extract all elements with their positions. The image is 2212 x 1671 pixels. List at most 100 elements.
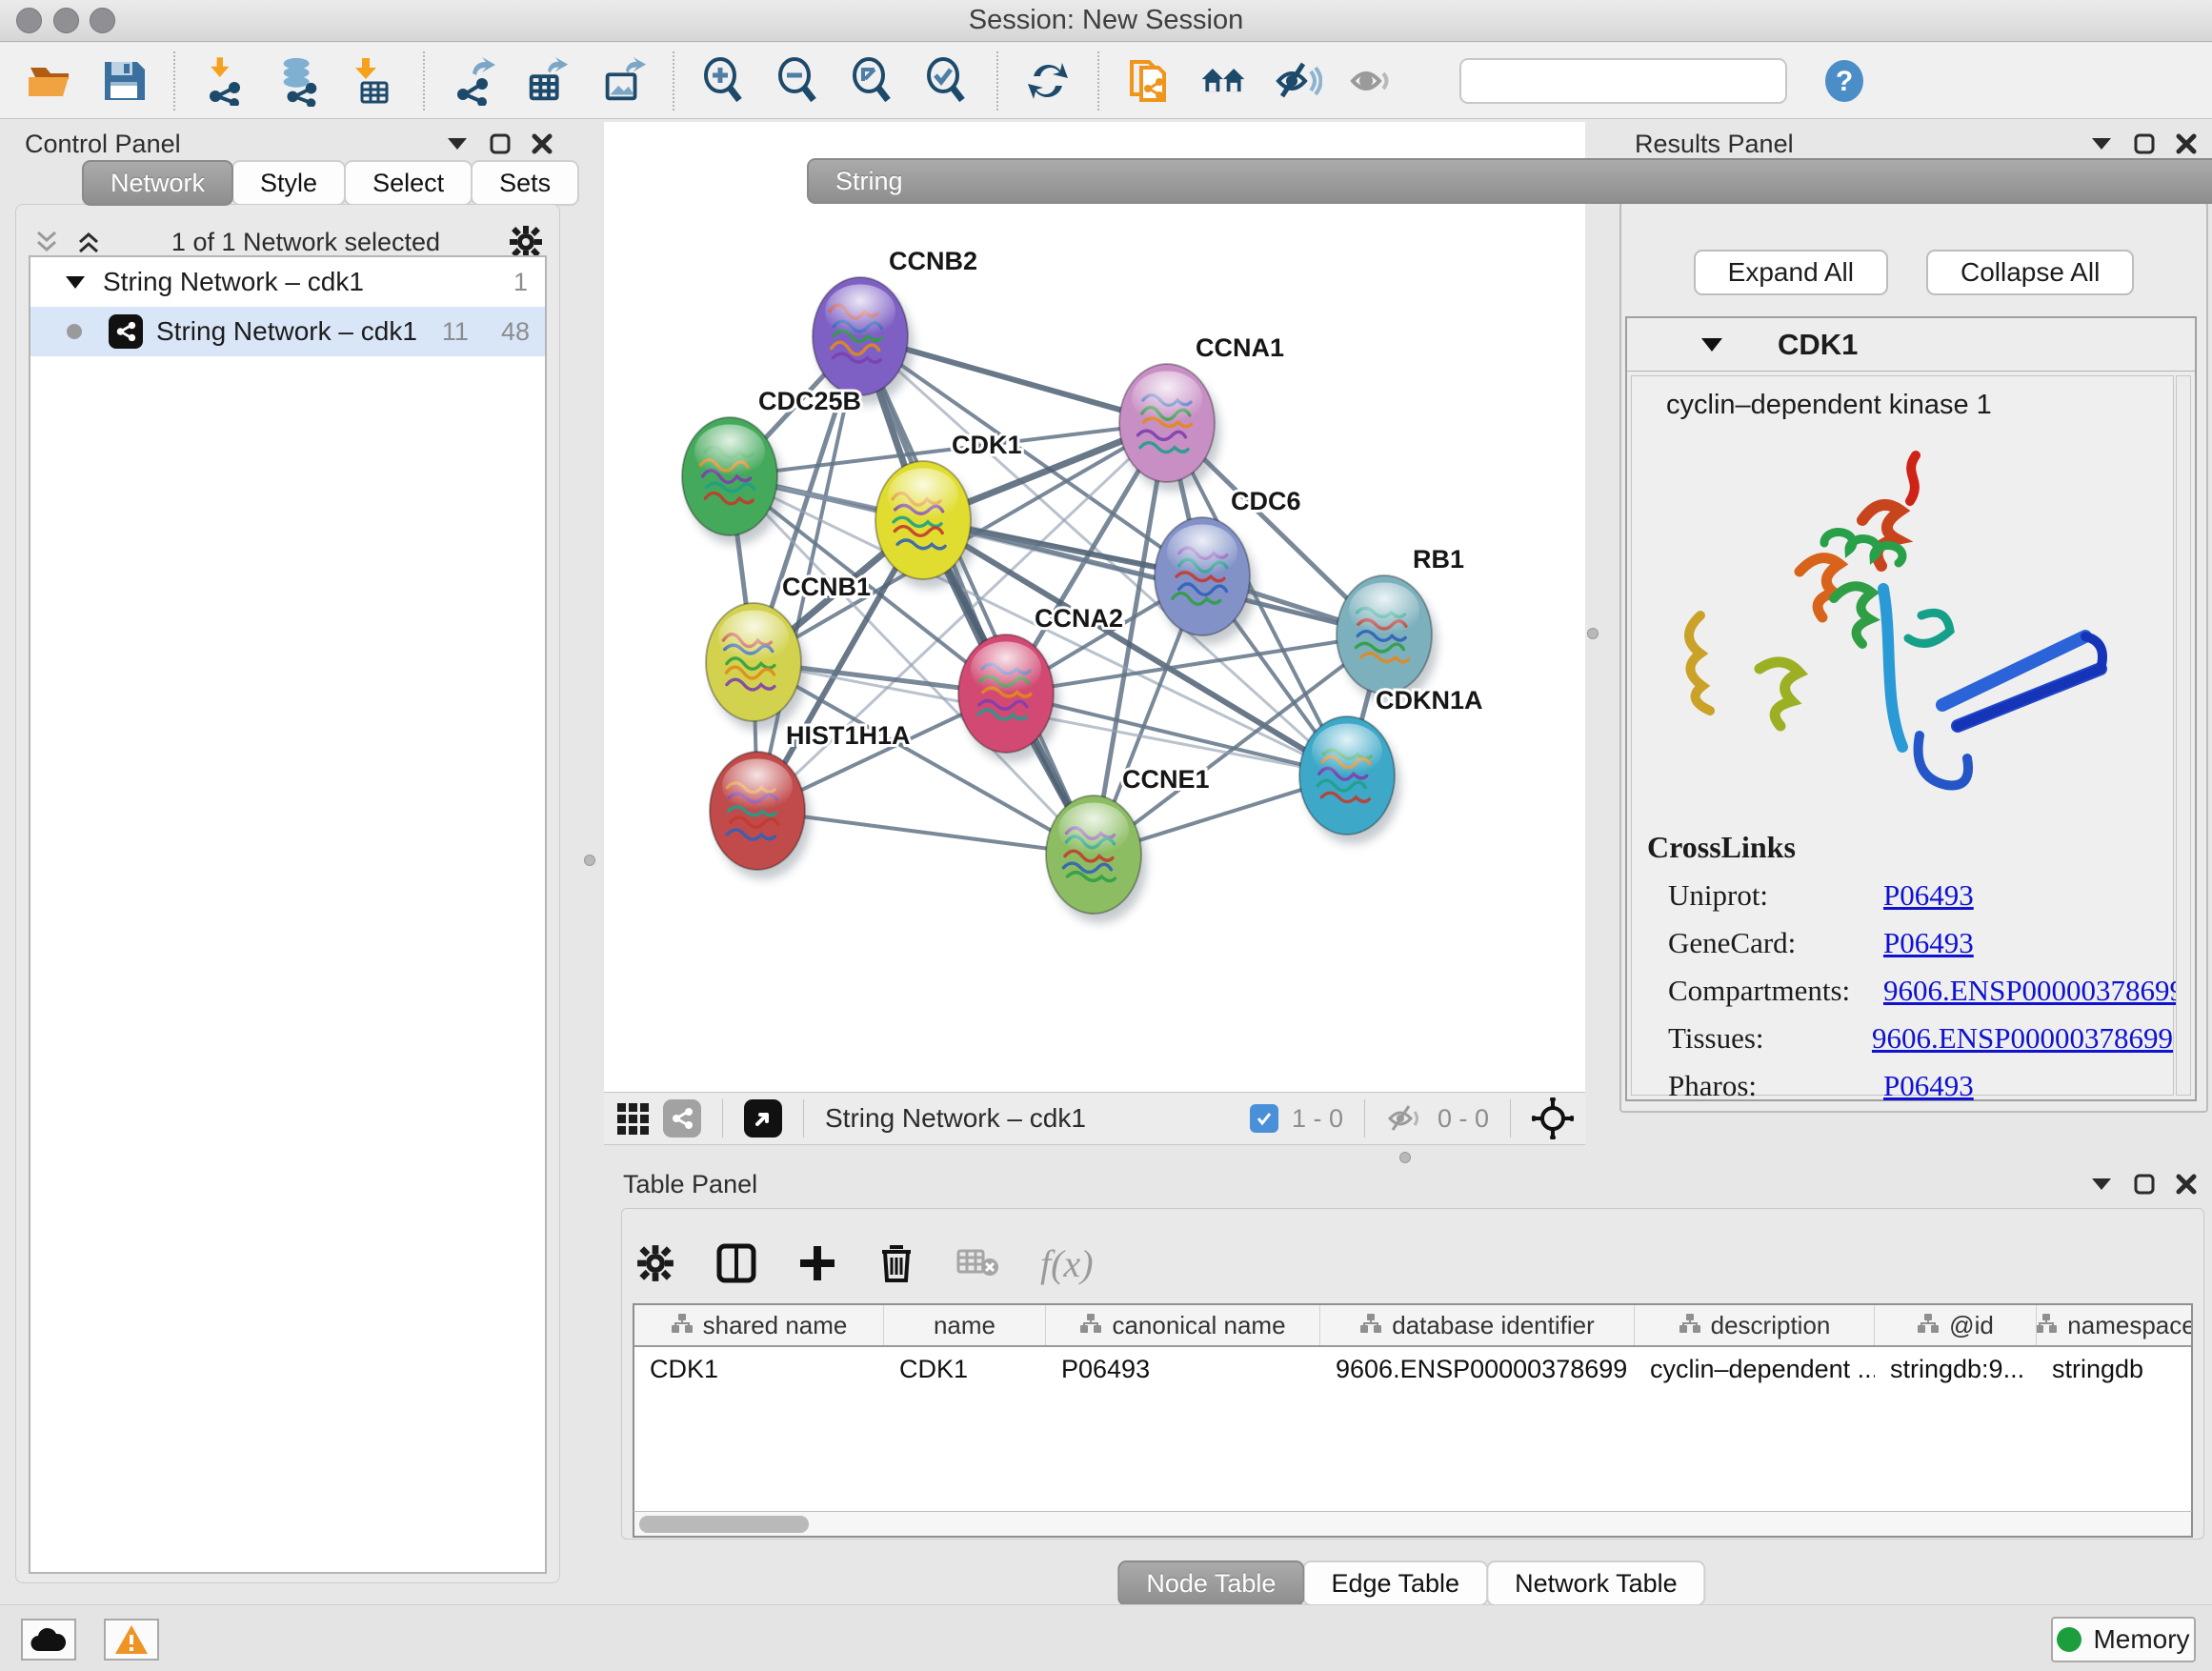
- results-entry-header[interactable]: CDK1: [1627, 318, 2195, 372]
- selected-nodes-checkbox[interactable]: [1250, 1104, 1278, 1133]
- expand-all-icon[interactable]: [74, 230, 103, 254]
- crosslink-link[interactable]: P06493: [1883, 926, 1974, 960]
- network-node-CCNE1[interactable]: CCNE1: [1046, 765, 1210, 923]
- import-network-from-database-icon[interactable]: [274, 56, 324, 106]
- grid-view-icon[interactable]: [615, 1101, 650, 1136]
- float-panel-icon[interactable]: [490, 133, 511, 154]
- zoom-window-button[interactable]: [90, 8, 115, 33]
- zoom-out-icon[interactable]: [774, 56, 823, 106]
- help-icon[interactable]: ?: [1820, 56, 1869, 106]
- results-scrollbar[interactable]: [2176, 375, 2191, 1096]
- float-panel-icon[interactable]: [2134, 1174, 2155, 1195]
- export-table-icon[interactable]: [524, 56, 573, 106]
- export-image-icon[interactable]: [598, 56, 648, 106]
- close-panel-icon[interactable]: [2176, 1174, 2197, 1195]
- apply-layout-icon[interactable]: [1023, 56, 1073, 106]
- bottom-splitter-handle[interactable]: [1399, 1152, 1411, 1163]
- table-hscrollbar-thumb[interactable]: [639, 1516, 809, 1533]
- tab-select[interactable]: Select: [344, 160, 473, 206]
- network-tree-row[interactable]: String Network – cdk11: [30, 257, 545, 307]
- collapse-all-button[interactable]: Collapse All: [1926, 250, 2134, 295]
- cloud-status-button[interactable]: [21, 1619, 76, 1661]
- clone-network-icon[interactable]: [1124, 56, 1174, 106]
- collapse-entry-icon[interactable]: [1699, 336, 1724, 353]
- crosslink-link[interactable]: 9606.ENSP00000378699: [1872, 1021, 2173, 1056]
- network-node-CDKN1A[interactable]: CDKN1A: [1299, 686, 1483, 844]
- detach-view-icon[interactable]: [744, 1099, 782, 1137]
- show-all-icon[interactable]: [1347, 56, 1397, 106]
- close-window-button[interactable]: [16, 8, 42, 33]
- tab-edge-table[interactable]: Edge Table: [1302, 1560, 1488, 1606]
- table-row[interactable]: CDK1CDK1P064939606.ENSP00000378699cyclin…: [634, 1347, 2191, 1391]
- export-network-icon[interactable]: [450, 56, 499, 106]
- node-label-CCNA1: CCNA1: [1196, 333, 1284, 362]
- network-tree-row[interactable]: String Network – cdk11148: [30, 307, 545, 356]
- network-node-CCNB2[interactable]: CCNB2: [813, 247, 977, 405]
- first-neighbors-icon[interactable]: [1198, 56, 1248, 106]
- tab-sets[interactable]: Sets: [471, 160, 579, 206]
- warning-status-button[interactable]: [104, 1619, 159, 1661]
- expander-icon[interactable]: [65, 275, 86, 290]
- import-network-from-file-icon[interactable]: [200, 56, 250, 106]
- column-header--id[interactable]: @id: [1875, 1305, 2037, 1345]
- import-table-from-file-icon[interactable]: [349, 56, 398, 106]
- network-node-HIST1H1A[interactable]: HIST1H1A: [710, 721, 911, 879]
- network-node-RB1[interactable]: RB1: [1337, 545, 1464, 703]
- network-node-CCNA2[interactable]: CCNA2: [958, 604, 1123, 762]
- table-options-gear-icon[interactable]: [636, 1244, 674, 1282]
- column-header-name[interactable]: name: [884, 1305, 1046, 1345]
- zoom-selected-icon[interactable]: [922, 56, 972, 106]
- navigator-icon[interactable]: [1532, 1097, 1574, 1139]
- status-bar: Memory: [0, 1604, 2212, 1671]
- network-canvas[interactable]: CCNB2CCNA1CDC25BCDK1CDC6RB1CCNB1CCNA2CDK…: [604, 122, 1585, 1092]
- delete-column-icon[interactable]: [878, 1243, 915, 1283]
- string-network-badge-icon[interactable]: [663, 1099, 701, 1137]
- column-header-shared-name[interactable]: shared name: [634, 1305, 884, 1345]
- memory-button[interactable]: Memory: [2051, 1617, 2196, 1662]
- gear-icon[interactable]: [509, 225, 543, 259]
- open-session-icon[interactable]: [25, 56, 74, 106]
- tab-style[interactable]: Style: [231, 160, 346, 206]
- zoom-fit-icon[interactable]: [848, 56, 897, 106]
- column-header-canonical-name[interactable]: canonical name: [1046, 1305, 1320, 1345]
- node-label-CCNE1: CCNE1: [1122, 765, 1210, 794]
- tab-network[interactable]: Network: [82, 160, 233, 206]
- network-node-CDC6[interactable]: CDC6: [1155, 487, 1301, 645]
- column-header-description[interactable]: description: [1635, 1305, 1875, 1345]
- tab-node-table[interactable]: Node Table: [1117, 1560, 1304, 1606]
- close-panel-icon[interactable]: [532, 133, 553, 154]
- cell: P06493: [1046, 1347, 1320, 1391]
- network-label: String Network – cdk1: [156, 316, 417, 347]
- panel-menu-icon[interactable]: [2090, 1177, 2113, 1192]
- expand-all-button[interactable]: Expand All: [1694, 250, 1888, 295]
- right-splitter-handle[interactable]: [1587, 628, 1599, 639]
- crosslink-link[interactable]: P06493: [1883, 1069, 1974, 1103]
- left-splitter-handle[interactable]: [584, 855, 595, 866]
- delete-table-icon: [956, 1247, 998, 1279]
- tab-network-table[interactable]: Network Table: [1486, 1560, 1706, 1606]
- save-session-icon[interactable]: [99, 56, 149, 106]
- column-header-database-identifier[interactable]: database identifier: [1320, 1305, 1635, 1345]
- network-node-CCNA1[interactable]: CCNA1: [1119, 333, 1284, 492]
- float-panel-icon[interactable]: [2134, 133, 2155, 154]
- panel-menu-icon[interactable]: [2090, 136, 2113, 151]
- collapse-all-icon[interactable]: [32, 230, 61, 254]
- column-header-namespace[interactable]: namespace: [2037, 1305, 2193, 1345]
- create-column-icon[interactable]: [798, 1244, 836, 1282]
- hide-selected-icon[interactable]: [1273, 56, 1322, 106]
- panel-menu-icon[interactable]: [446, 136, 469, 151]
- search-input[interactable]: [1471, 66, 1790, 95]
- close-panel-icon[interactable]: [2176, 133, 2197, 154]
- crosslink-link[interactable]: P06493: [1883, 878, 1974, 913]
- zoom-in-icon[interactable]: [699, 56, 749, 106]
- network-node-CDC25B[interactable]: CDC25B: [682, 387, 861, 545]
- crosslink-link[interactable]: 9606.ENSP00000378699: [1883, 974, 2184, 1008]
- network-edge-CDK1-RB1[interactable]: [923, 520, 1384, 634]
- show-columns-icon[interactable]: [716, 1243, 756, 1283]
- cloud-icon: [30, 1626, 68, 1653]
- minimize-window-button[interactable]: [53, 8, 79, 33]
- shared-column-icon: [2037, 1311, 2058, 1340]
- tab-string-results[interactable]: String: [807, 158, 2212, 204]
- crosslink-row: Tissues:9606.ENSP00000378699: [1668, 1021, 2173, 1056]
- node-label-CCNB1: CCNB1: [782, 573, 871, 601]
